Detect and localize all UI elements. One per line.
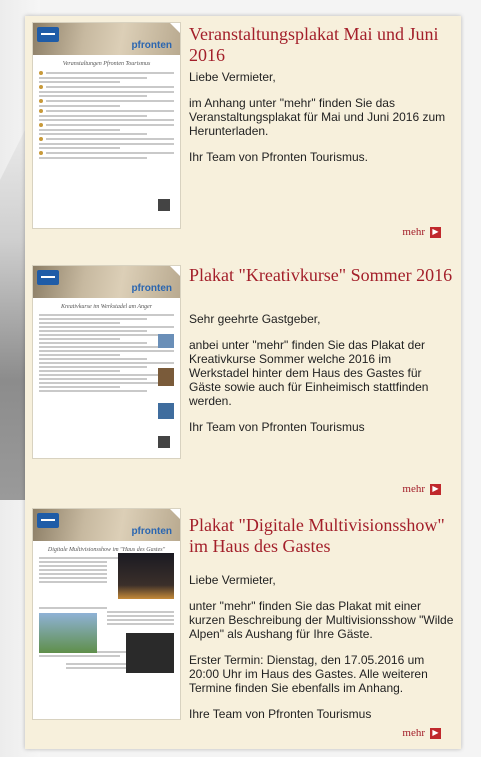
paragraph: Ihre Team von Pfronten Tourismus [189, 707, 372, 721]
logo-icon [37, 27, 59, 42]
brand-label: pfronten [131, 283, 172, 294]
entry-text: Sehr geehrte Gastgeber, anbei unter "meh… [189, 312, 454, 446]
more-label: mehr [402, 727, 425, 739]
poster-thumbnail[interactable]: pfronten Veranstaltungen Pfronten Touris… [32, 22, 181, 229]
brand-label: pfronten [131, 526, 172, 537]
more-label: mehr [402, 226, 425, 238]
corner-decoration [170, 266, 180, 276]
paragraph: Ihr Team von Pfronten Tourismus. [189, 150, 368, 164]
thumbnail-body: Kreativkurse im Werkstadel am Anger [33, 298, 180, 450]
photo-thumbnail [118, 553, 174, 599]
entry-title[interactable]: Plakat "Digitale Multivisionsshow" im Ha… [189, 515, 454, 557]
arrow-right-icon: ▶ [430, 226, 441, 238]
thumbnail-title: Kreativkurse im Werkstadel am Anger [60, 304, 153, 310]
paragraph: Erster Termin: Dienstag, den 17.05.2016 … [189, 653, 428, 695]
entry-title[interactable]: Veranstaltungsplakat Mai und Juni 2016 [189, 24, 454, 66]
qr-code-icon [156, 197, 172, 213]
photo-thumbnail [158, 368, 174, 386]
arrow-right-icon: ▶ [430, 483, 441, 495]
more-link[interactable]: mehr ▶ [402, 226, 441, 238]
more-link[interactable]: mehr ▶ [402, 727, 441, 739]
qr-code-icon [156, 434, 172, 450]
paragraph: Sehr geehrte Gastgeber, [189, 312, 321, 326]
paragraph: im Anhang unter "mehr" finden Sie das Ve… [189, 96, 446, 138]
corner-decoration [170, 23, 180, 33]
thumbnail-header: pfronten [33, 23, 180, 55]
paragraph: Liebe Vermieter, [189, 70, 276, 84]
paragraph: Ihr Team von Pfronten Tourismus [189, 420, 365, 434]
photo-thumbnail [158, 403, 174, 419]
photo-thumbnail [158, 334, 174, 348]
poster-thumbnail[interactable]: pfronten Digitale Multivisionsshow im "H… [32, 508, 181, 720]
thumbnail-title: Veranstaltungen Pfronten Tourismus [62, 61, 151, 67]
thumbnail-body: Veranstaltungen Pfronten Tourismus [33, 55, 180, 213]
thumbnail-body: Digitale Multivisionsshow im "Haus des G… [33, 541, 180, 675]
arrow-right-icon: ▶ [430, 727, 441, 739]
corner-decoration [170, 509, 180, 519]
more-label: mehr [402, 483, 425, 495]
logo-icon [37, 270, 59, 285]
entry-text: Liebe Vermieter, im Anhang unter "mehr" … [189, 70, 454, 176]
brand-label: pfronten [131, 40, 172, 51]
entry-text: Liebe Vermieter, unter "mehr" finden Sie… [189, 573, 454, 733]
poster-thumbnail[interactable]: pfronten Kreativkurse im Werkstadel am A… [32, 265, 181, 459]
photo-thumbnail [39, 613, 97, 653]
thumbnail-header: pfronten [33, 266, 180, 298]
paragraph: unter "mehr" finden Sie das Plakat mit e… [189, 599, 454, 641]
more-link[interactable]: mehr ▶ [402, 483, 441, 495]
paragraph: anbei unter "mehr" finden Sie das Plakat… [189, 338, 429, 408]
thumbnail-header: pfronten [33, 509, 180, 541]
paragraph: Liebe Vermieter, [189, 573, 276, 587]
photo-thumbnail [126, 633, 174, 673]
logo-icon [37, 513, 59, 528]
entry-title[interactable]: Plakat "Kreativkurse" Sommer 2016 [189, 265, 454, 286]
news-panel: pfronten Veranstaltungen Pfronten Touris… [25, 16, 461, 749]
